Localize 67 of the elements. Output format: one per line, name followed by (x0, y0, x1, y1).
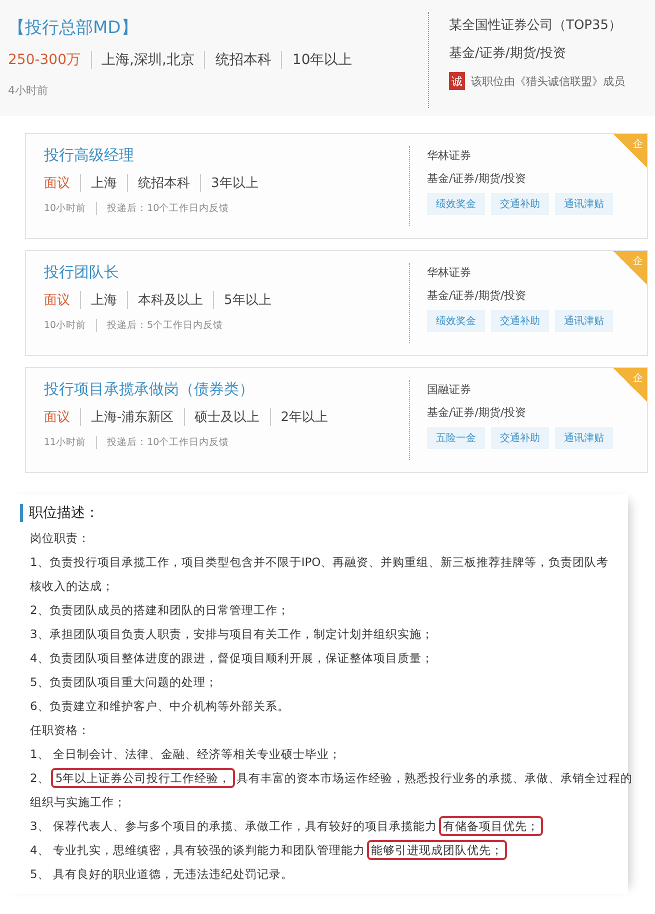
section-heading: 职位描述： (20, 504, 628, 522)
list-item: 4、负责团队项目整体进度的跟进，督促项目顺利开展，保证整体项目质量； (30, 650, 434, 667)
posted-time: 4小时前 (8, 83, 49, 98)
requirement: 上海 (80, 174, 127, 192)
requirement: 上海 (80, 291, 127, 309)
highlighted-text: 有储备项目优先； (438, 816, 543, 836)
list-item: 3、承担团队项目负责人职责，安排与项目有关工作，制定计划并组织实施； (30, 626, 434, 643)
industry: 基金/证券/期货/投资 (449, 45, 568, 62)
list-item: 组织与实施工作； (30, 794, 127, 811)
salary: 250-300万 (8, 51, 82, 69)
subheading: 岗位职责： (30, 530, 91, 547)
industry: 基金/证券/期货/投资 (427, 405, 528, 420)
benefit-tag: 通讯津贴 (555, 310, 613, 332)
posted-time: 10小时前 (44, 319, 88, 332)
list-item: 1、负责投行项目承揽工作，项目类型包含并不限于IPO、再融资、并购重组、新三板推荐挂牌等，负责团队考核收入的达成； (30, 554, 610, 595)
company-name[interactable]: 某全国性证券公司（TOP35） (449, 16, 625, 34)
highlighted-text: 5年以上证券公司投行工作经验， (51, 768, 235, 788)
corner-badge: 企 (613, 134, 647, 168)
benefit-tag: 交通补助 (491, 193, 549, 215)
industry: 基金/证券/期货/投资 (427, 171, 528, 186)
list-item-text: 具有丰富的资本市场运作经验，熟悉投行业务的承揽、承做、承销全过程的 (236, 771, 633, 785)
benefit-tag: 绩效奖金 (427, 193, 485, 215)
feedback-note: 投递后：10个工作日内反馈 (96, 436, 240, 449)
list-item: 2、负责团队成员的搭建和团队的日常管理工作； (30, 602, 290, 619)
salary: 面议 (44, 409, 71, 426)
benefit-tag: 交通补助 (491, 310, 549, 332)
badge-icon: 诚 (449, 72, 465, 90)
requirement: 上海,深圳,北京 (90, 51, 204, 69)
list-item: 1、 全日制会计、法律、金融、经济等相关专业硕士毕业； (30, 746, 342, 763)
list-item-text: 3、 保荐代表人、参与多个项目的承揽、承做工作，具有较好的项目承揽能力 (30, 819, 437, 833)
corner-badge: 企 (613, 368, 647, 402)
posted-time: 11小时前 (44, 436, 88, 449)
benefit-tag: 绩效奖金 (427, 310, 485, 332)
requirement: 5年以上 (213, 291, 282, 309)
requirement: 3年以上 (200, 174, 268, 192)
benefit-tag: 交通补助 (491, 427, 549, 449)
corner-badge: 企 (613, 251, 647, 285)
list-item-text: 4、 专业扎实，思维缜密，具有较强的谈判能力和团队管理能力 (30, 843, 365, 857)
requirement: 统招本科 (127, 174, 200, 192)
company-name[interactable]: 华林证券 (427, 265, 613, 280)
benefit-tag: 五险一金 (427, 427, 485, 449)
salary: 面议 (44, 175, 71, 192)
job-title[interactable]: 投行高级经理 (44, 146, 409, 165)
benefit-tag: 通讯津贴 (555, 193, 613, 215)
list-item-text: 2、 (30, 771, 50, 785)
badge-text: 该职位由《猎头诚信联盟》成员 (471, 74, 625, 88)
requirement: 硕士及以上 (184, 408, 270, 426)
highlighted-text: 能够引进现成团队优先； (366, 840, 507, 860)
posted-time: 10小时前 (44, 202, 88, 215)
requirement: 上海-浦东新区 (80, 408, 184, 426)
list-item: 5、 具有良好的职业道德，无违法违纪处罚记录。 (30, 866, 294, 883)
job-title[interactable]: 投行项目承揽承做岗（债券类） (44, 380, 409, 399)
company-name[interactable]: 国融证券 (427, 382, 613, 397)
requirement: 本科及以上 (127, 291, 213, 309)
subheading: 任职资格： (30, 722, 91, 739)
feedback-note: 投递后：5个工作日内反馈 (96, 319, 234, 332)
company-name[interactable]: 华林证券 (427, 148, 613, 163)
requirement: 2年以上 (270, 408, 338, 426)
job-title[interactable]: 投行团队长 (44, 263, 409, 282)
list-item: 6、负责建立和维护客户、中介机构等外部关系。 (30, 698, 290, 715)
salary: 面议 (44, 292, 71, 309)
requirement: 10年以上 (281, 51, 362, 69)
industry: 基金/证券/期货/投资 (427, 288, 528, 303)
requirement: 统招本科 (204, 51, 282, 69)
benefit-tag: 通讯津贴 (555, 427, 613, 449)
list-item: 5、负责团队项目重大问题的处理； (30, 674, 218, 691)
feedback-note: 投递后：10个工作日内反馈 (96, 202, 240, 215)
